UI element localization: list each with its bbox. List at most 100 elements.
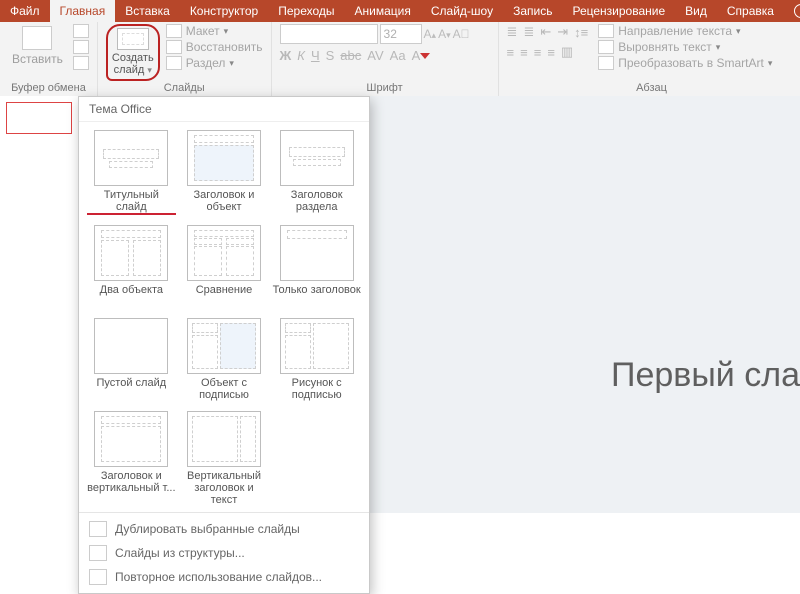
bulb-icon [794, 4, 800, 18]
align-text-label: Выровнять текст [618, 40, 711, 54]
layout-title-vertical-text[interactable]: Заголовок и вертикальный т... [87, 409, 176, 510]
layout-content-caption[interactable]: Объект с подписью [180, 316, 269, 405]
layout-label: Рисунок с подписью [272, 377, 361, 401]
group-slides-label: Слайды [106, 81, 263, 96]
tab-view[interactable]: Вид [675, 0, 717, 22]
group-font-label: Шрифт [280, 81, 490, 96]
layout-icon [166, 24, 182, 38]
bold-button[interactable]: Ж [280, 48, 292, 63]
reuse-slides-button[interactable]: Повторное использование слайдов... [79, 565, 369, 589]
align-center-icon[interactable]: ≡ [520, 45, 528, 60]
layout-label: Только заголовок [273, 284, 361, 308]
tab-insert[interactable]: Вставка [115, 0, 180, 22]
line-spacing-icon[interactable]: ↕≡ [574, 25, 588, 40]
chevron-down-icon: ▾ [147, 65, 152, 75]
layout-vertical-title-text[interactable]: Вертикальный заголовок и текст [180, 409, 269, 510]
slides-from-outline-button[interactable]: Слайды из структуры... [79, 541, 369, 565]
layout-label: Пустой слайд [97, 377, 167, 401]
decrease-size-icon[interactable]: A▾ [438, 27, 451, 41]
align-text-button[interactable]: Выровнять текст ▾ [598, 40, 772, 54]
layout-title-only[interactable]: Только заголовок [272, 223, 361, 312]
tab-slideshow[interactable]: Слайд-шоу [421, 0, 503, 22]
reset-button[interactable]: Восстановить [166, 40, 263, 54]
paste-label: Вставить [12, 52, 63, 66]
bullets-icon[interactable]: ≣ [507, 24, 518, 40]
reuse-icon [89, 569, 107, 585]
tab-home[interactable]: Главная [50, 0, 116, 22]
layout-comparison[interactable]: Сравнение [180, 223, 269, 312]
numbers-icon[interactable]: ≣ [523, 24, 534, 40]
tab-design[interactable]: Конструктор [180, 0, 268, 22]
duplicate-slides-button[interactable]: Дублировать выбранные слайды [79, 517, 369, 541]
font-size-select[interactable]: 32 [380, 24, 422, 44]
layout-label: Вертикальный заголовок и текст [180, 470, 269, 506]
new-slide-l2: слайд [114, 64, 145, 76]
tab-transitions[interactable]: Переходы [268, 0, 344, 22]
underline-button[interactable]: Ч [311, 48, 320, 63]
columns-icon[interactable]: ▥ [561, 44, 573, 60]
duplicate-label: Дублировать выбранные слайды [115, 522, 300, 536]
layout-title-slide[interactable]: Титульный слайд [87, 128, 176, 219]
paste-button[interactable]: Вставить [8, 24, 67, 81]
layout-label: Макет [186, 24, 220, 38]
layout-label: Объект с подписью [180, 377, 269, 401]
slide-title-text: Первый сла [611, 356, 800, 395]
smartart-label: Преобразовать в SmartArt [618, 56, 764, 70]
group-slides: Создатьслайд ▾ Макет ▾ Восстановить Разд… [98, 22, 272, 96]
clipboard-icon [22, 26, 52, 50]
layout-two-content[interactable]: Два объекта [87, 223, 176, 312]
new-slide-l1: Создать [112, 52, 154, 64]
outline-label: Слайды из структуры... [115, 546, 245, 560]
change-case-button[interactable]: Aa [390, 48, 406, 63]
layout-section-header[interactable]: Заголовок раздела [272, 128, 361, 219]
gallery-footer: Дублировать выбранные слайды Слайды из с… [79, 512, 369, 593]
indent-dec-icon[interactable]: ⇤ [540, 24, 551, 40]
cut-icon[interactable] [73, 24, 89, 38]
align-left-icon[interactable]: ≡ [507, 45, 515, 60]
font-family-select[interactable] [280, 24, 378, 44]
align-right-icon[interactable]: ≡ [534, 45, 542, 60]
layout-grid: Титульный слайд Заголовок и объект Загол… [79, 122, 369, 512]
tab-file[interactable]: Файл [0, 0, 50, 22]
format-painter-icon[interactable] [73, 56, 89, 70]
align-text-icon [598, 40, 614, 54]
copy-icon[interactable] [73, 40, 89, 54]
align-justify-icon[interactable]: ≡ [547, 45, 555, 60]
tab-help[interactable]: Справка [717, 0, 784, 22]
indent-inc-icon[interactable]: ⇥ [557, 24, 568, 40]
text-direction-button[interactable]: Направление текста ▾ [598, 24, 772, 38]
shadow-button[interactable]: S [326, 48, 335, 63]
text-direction-label: Направление текста [618, 24, 732, 38]
layout-blank[interactable]: Пустой слайд [87, 316, 176, 405]
section-label: Раздел [186, 56, 226, 70]
tell-me-search[interactable]: Что вы хотите сдела [784, 0, 800, 22]
strike-button[interactable]: abc [340, 48, 361, 63]
new-slide-button[interactable]: Создатьслайд ▾ [106, 24, 160, 81]
tab-animations[interactable]: Анимация [345, 0, 421, 22]
italic-button[interactable]: К [297, 48, 305, 63]
tab-record[interactable]: Запись [503, 0, 562, 22]
tab-review[interactable]: Рецензирование [562, 0, 675, 22]
section-button[interactable]: Раздел ▾ [166, 56, 263, 70]
duplicate-icon [89, 521, 107, 537]
clear-format-icon[interactable]: A⃠ [453, 27, 470, 41]
slide-thumbnail-1[interactable] [6, 102, 72, 134]
layout-label: Сравнение [196, 284, 253, 308]
ribbon: Вставить Буфер обмена Создатьслайд ▾ Мак… [0, 22, 800, 97]
gallery-header: Тема Office [79, 97, 369, 122]
increase-size-icon[interactable]: A▴ [424, 27, 437, 41]
char-spacing-button[interactable]: AV [367, 48, 383, 63]
layout-label: Два объекта [100, 284, 163, 308]
layout-picture-caption[interactable]: Рисунок с подписью [272, 316, 361, 405]
text-direction-icon [598, 24, 614, 38]
reset-icon [166, 40, 182, 54]
layout-title-content[interactable]: Заголовок и объект [180, 128, 269, 219]
new-slide-icon [117, 28, 149, 50]
font-color-button[interactable]: A [412, 48, 431, 63]
font-size-value: 32 [384, 27, 397, 41]
group-paragraph: ≣ ≣ ⇤ ⇥ ↕≡ ≡ ≡ ≡ ≡ ▥ Направление текста … [499, 22, 800, 96]
ribbon-tabs: Файл Главная Вставка Конструктор Переход… [0, 0, 800, 22]
new-slide-gallery: Тема Office Титульный слайд Заголовок и … [78, 96, 370, 594]
layout-button[interactable]: Макет ▾ [166, 24, 263, 38]
smartart-button[interactable]: Преобразовать в SmartArt ▾ [598, 56, 772, 70]
